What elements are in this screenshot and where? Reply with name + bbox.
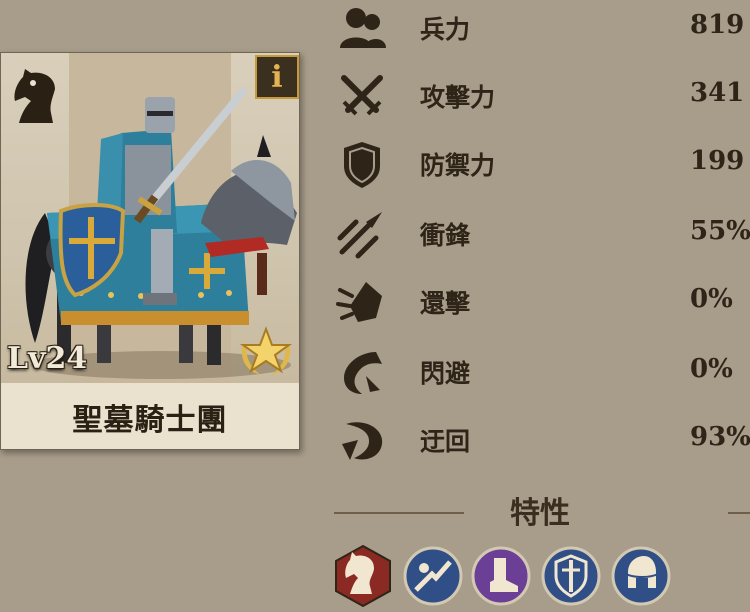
traits-title: 特性 <box>510 496 570 531</box>
stat-row-troops: 兵力 819 <box>330 0 750 58</box>
defense-shield-icon <box>344 142 380 188</box>
stat-row-flank: 迂回 93% <box>330 408 750 470</box>
stat-row-counter: 還擊 0% <box>330 270 750 332</box>
divider-right <box>728 512 750 514</box>
stat-label: 防禦力 <box>420 151 496 180</box>
gold-star-laurel-icon <box>239 326 293 375</box>
shield-sword-trait-icon[interactable] <box>540 544 602 608</box>
stat-value: 199 <box>690 146 745 176</box>
stat-label: 閃避 <box>420 359 471 388</box>
stat-row-charge: 衝鋒 55% <box>330 202 750 264</box>
unit-card[interactable]: i Lv24 聖墓騎士團 <box>0 52 300 450</box>
stat-value: 55% <box>690 216 750 246</box>
stat-row-attack: 攻擊力 341 <box>330 64 750 126</box>
stat-value: 0% <box>690 354 733 384</box>
stat-label: 攻擊力 <box>420 83 496 112</box>
stat-label: 衝鋒 <box>420 221 471 250</box>
stat-value: 341 <box>690 78 745 108</box>
flank-icon <box>342 422 383 460</box>
dodge-icon <box>344 352 382 394</box>
stat-row-defense: 防禦力 199 <box>330 132 750 194</box>
knight-chess-icon <box>14 69 56 123</box>
stat-value: 0% <box>690 284 733 314</box>
cavalry-trait-icon[interactable] <box>332 544 394 608</box>
unit-portrait: i Lv24 <box>1 53 299 383</box>
attack-crossed-swords-icon <box>341 75 383 116</box>
traits-section-header: 特性 <box>330 488 750 531</box>
unit-level: Lv24 <box>7 341 88 376</box>
unit-name: 聖墓騎士團 <box>72 403 228 438</box>
charge-trait-icon[interactable] <box>402 544 464 608</box>
stat-label: 迂回 <box>420 427 471 456</box>
troops-icon <box>340 8 386 48</box>
stat-label: 兵力 <box>420 15 471 44</box>
stat-label: 還擊 <box>420 289 471 318</box>
charge-spear-icon <box>337 212 382 259</box>
helmet-trait-icon[interactable] <box>610 544 672 608</box>
boot-trait-icon[interactable] <box>470 544 532 608</box>
stat-row-dodge: 閃避 0% <box>330 340 750 402</box>
stat-value: 819 <box>690 10 745 40</box>
counter-icon <box>336 282 382 322</box>
stat-value: 93% <box>690 422 750 452</box>
info-button[interactable]: i <box>255 55 299 99</box>
